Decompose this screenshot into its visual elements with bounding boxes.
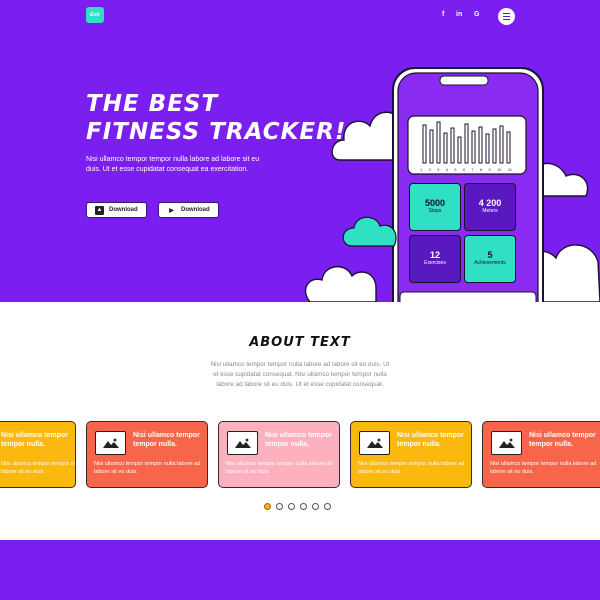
apple-icon: ▲	[95, 205, 104, 215]
stat-tile-exercises: 12 Exercises	[409, 235, 461, 283]
download-google-label: Download	[181, 207, 210, 213]
stat-tile-meters: 4 200 Meters	[464, 183, 516, 231]
about-section: About text Nisi ullamco tempor tempor nu…	[0, 302, 600, 540]
phone-chart-labels: 1 2 3 4 5 6 7 8 9 10 11	[420, 167, 512, 172]
google-play-icon: ▶	[167, 205, 176, 215]
carousel-pagination	[264, 503, 331, 510]
download-google-button[interactable]: ▶ Download	[158, 202, 219, 218]
download-apple-label: Download	[109, 207, 138, 213]
phone-illustration: 1 2 3 4 5 6 7 8 9 10 11 5000 Steps 4 200…	[300, 0, 600, 302]
about-text: Nisi ullamco tempor tempor nulla labore …	[210, 361, 390, 388]
carousel-dot[interactable]	[324, 503, 331, 510]
download-apple-button[interactable]: ▲ Download	[86, 202, 147, 218]
feature-card[interactable]: Nisi ullamco tempor tempor nulla. Nisi u…	[0, 421, 76, 488]
page: Estr f in G The best fitness tracker! Ni…	[0, 0, 600, 600]
feature-card[interactable]: Nisi ullamco tempor tempor nulla. Nisi u…	[350, 421, 472, 488]
carousel-dot[interactable]	[300, 503, 307, 510]
carousel-dot[interactable]	[288, 503, 295, 510]
footer-section	[0, 540, 600, 600]
feature-card[interactable]: Nisi ullamco tempor tempor nulla. Nisi u…	[482, 421, 600, 488]
hero-section: Estr f in G The best fitness tracker! Ni…	[0, 0, 600, 302]
stat-tile-steps: 5000 Steps	[409, 183, 461, 231]
stat-tile-achievements: 5 Achievements	[464, 235, 516, 283]
image-icon	[227, 431, 258, 455]
feature-card[interactable]: Nisi ullamco tempor tempor nulla. Nisi u…	[218, 421, 340, 488]
carousel-dot[interactable]	[276, 503, 283, 510]
logo[interactable]: Estr	[86, 7, 104, 23]
image-icon	[95, 431, 126, 455]
feature-card[interactable]: Nisi ullamco tempor tempor nulla. Nisi u…	[86, 421, 208, 488]
carousel-dot[interactable]	[312, 503, 319, 510]
image-icon	[491, 431, 522, 455]
carousel-dot-active[interactable]	[264, 503, 271, 510]
hero-description: Nisi ullamco tempor tempor nulla labore …	[86, 156, 260, 173]
about-title: About text	[249, 335, 351, 350]
image-icon	[359, 431, 390, 455]
